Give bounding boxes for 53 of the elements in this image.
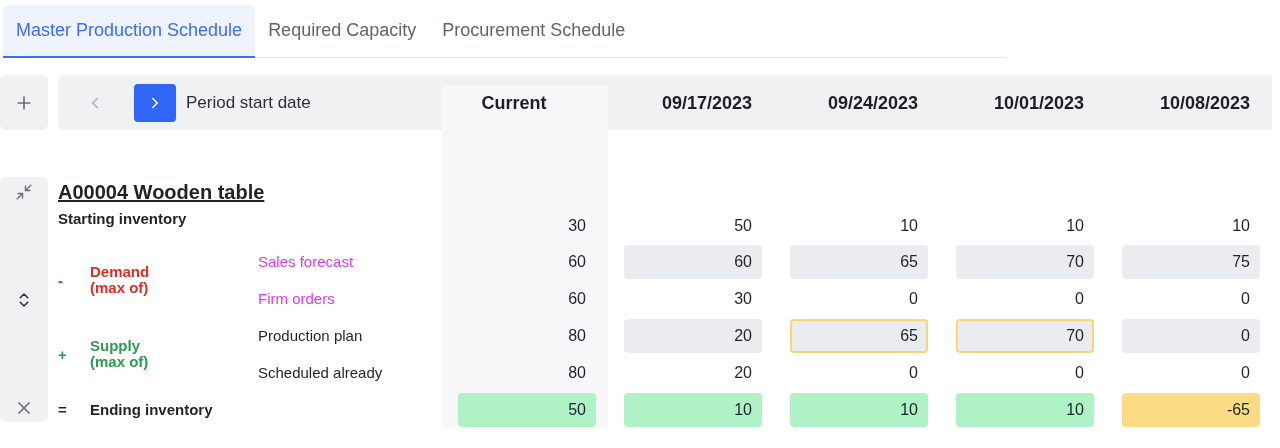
sign-text: = <box>58 401 67 418</box>
value-field[interactable]: 0 <box>1122 319 1260 353</box>
row-label: Firm orders <box>258 290 335 307</box>
value-cell-text: 0 <box>908 289 919 309</box>
value-cell-text: 60 <box>567 252 587 272</box>
value-cell-text: 0 <box>1074 289 1085 309</box>
value-field[interactable]: 65 <box>790 245 928 279</box>
value-cell-text: 60 <box>567 289 587 309</box>
next-button[interactable] <box>134 83 176 122</box>
column-header: 10/08/2023 <box>1158 92 1251 115</box>
value-cell-text: 10 <box>1065 215 1085 236</box>
value-cell-text: 80 <box>567 363 587 383</box>
value-cell-text: 20 <box>733 363 753 383</box>
row-label: Starting inventory <box>58 209 187 227</box>
column-header: Current <box>480 92 548 115</box>
group-label: Demand (max of) <box>90 264 150 296</box>
value-cell-text: 50 <box>733 215 753 236</box>
value-field[interactable]: 20 <box>624 319 762 353</box>
tab[interactable]: Required Capacity <box>255 5 430 58</box>
column-header: 09/17/2023 <box>660 92 753 115</box>
sign-text: - <box>58 271 63 289</box>
value-field[interactable]: 75 <box>1122 245 1260 279</box>
value-cell-text: 30 <box>733 289 753 309</box>
value-field[interactable]: 60 <box>624 245 762 279</box>
tab[interactable]: Master Production Schedule <box>3 5 256 58</box>
value-cell-text: 0 <box>908 363 919 383</box>
value-cell: 10 <box>624 393 762 427</box>
collapse-icon[interactable] <box>15 183 33 201</box>
value-cell-text: 0 <box>1240 289 1251 309</box>
value-cell: 10 <box>790 393 928 427</box>
column-header: 10/01/2023 <box>992 92 1085 115</box>
row-label: Sales forecast <box>258 253 354 270</box>
period-label: Period start date <box>186 92 311 113</box>
row-label: Scheduled already <box>258 364 383 381</box>
value-cell-text: 0 <box>1240 363 1251 383</box>
sign-text: + <box>58 345 67 363</box>
value-cell-text: 0 <box>1074 363 1085 383</box>
value-cell-text: 10 <box>1231 215 1251 236</box>
value-cell: 10 <box>956 393 1094 427</box>
value-field[interactable]: 65 <box>790 319 928 353</box>
column-header: 09/24/2023 <box>826 92 919 115</box>
value-cell-text: 30 <box>567 215 587 236</box>
value-cell-text: 10 <box>899 215 919 236</box>
value-cell: 50 <box>458 393 596 427</box>
tab[interactable]: Procurement Schedule <box>429 5 639 58</box>
value-cell-text: 80 <box>567 326 587 346</box>
row-label: Production plan <box>258 327 363 344</box>
item-title[interactable]: A00004 Wooden table <box>58 180 265 204</box>
value-field[interactable]: 70 <box>956 319 1094 353</box>
value-cell: -65 <box>1122 393 1260 427</box>
group-label: Supply (max of) <box>90 338 149 370</box>
row-label: Ending inventory <box>90 401 213 418</box>
value-field[interactable]: 70 <box>956 245 1094 279</box>
